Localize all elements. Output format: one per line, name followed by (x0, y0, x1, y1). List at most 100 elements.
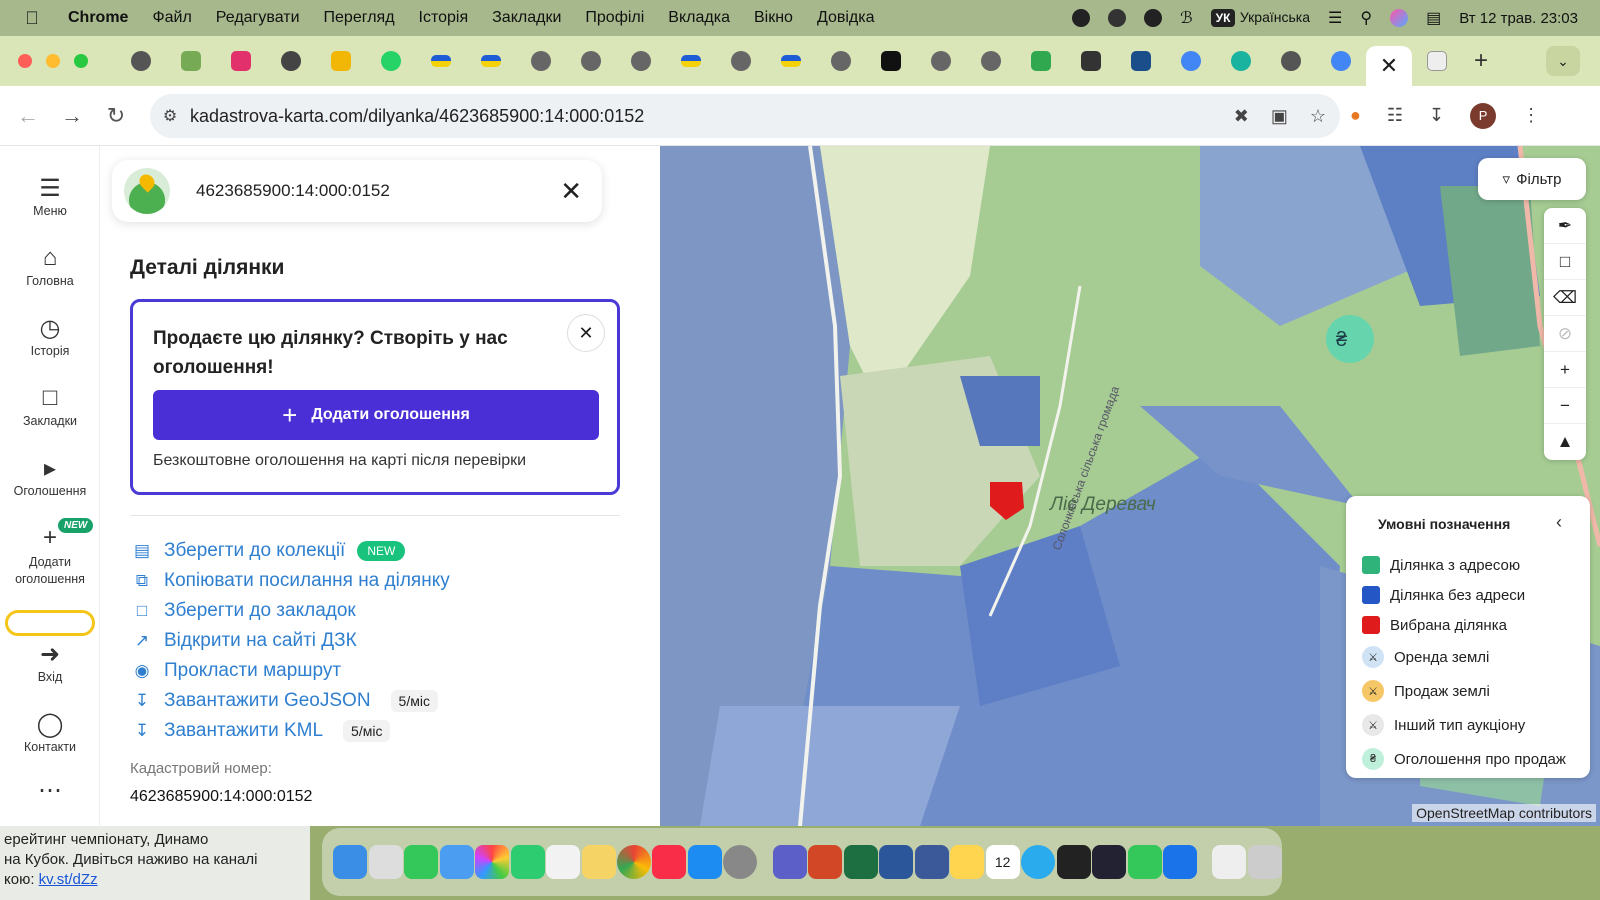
powerpoint-icon[interactable] (808, 845, 843, 879)
menubar-clock[interactable]: Вт 12 трав. 23:03 (1459, 10, 1578, 27)
action-copy-link[interactable]: ⧉ Копіювати посилання на ділянку (130, 568, 450, 594)
launchpad-icon[interactable] (368, 845, 403, 879)
promo-pill[interactable] (5, 610, 95, 636)
downloads-stack-icon[interactable] (1212, 845, 1247, 879)
filter-button[interactable]: ▿ Фільтр (1478, 158, 1586, 200)
location-blocked-icon[interactable]: ✖ (1234, 106, 1249, 127)
reload-button[interactable]: ↻ (94, 103, 138, 129)
input-language[interactable]: УК Українська (1210, 9, 1310, 27)
activity-monitor-icon[interactable] (1056, 845, 1091, 879)
add-ad-button[interactable]: + Додати оголошення (153, 390, 599, 440)
action-open-dzk[interactable]: ↗ Відкрити на сайті ДЗК (130, 628, 357, 654)
promo-close-button[interactable]: ✕ (567, 314, 605, 352)
address-url[interactable]: kadastrova-karta.com/dilyanka/4623685900… (190, 106, 644, 127)
tab-favicon[interactable] (466, 44, 516, 78)
wifi-icon[interactable]: ☰ (1328, 8, 1342, 28)
tab-favicon[interactable] (1166, 44, 1216, 78)
tab-favicon[interactable] (1016, 44, 1066, 78)
tab-favicon[interactable] (866, 44, 916, 78)
extensions-puzzle-icon[interactable]: ☷ (1387, 105, 1403, 126)
tab-favicon[interactable] (1116, 44, 1166, 78)
notification-snippet[interactable]: ерейтинг чемпіонату, Динамо на Кубок. Ди… (0, 826, 310, 900)
vpn-icon[interactable] (1072, 9, 1091, 27)
menu-view[interactable]: Перегляд (324, 9, 395, 27)
chrome-icon[interactable] (616, 845, 651, 879)
tab-favicon[interactable] (666, 44, 716, 78)
draw-line-icon[interactable]: ✒ (1544, 208, 1586, 244)
map-attribution[interactable]: OpenStreetMap contributors (1412, 804, 1596, 822)
app-store-icon[interactable] (687, 845, 722, 879)
disabled-tool-icon[interactable]: ⊘ (1544, 316, 1586, 352)
close-tab-icon[interactable]: ✕ (1380, 53, 1398, 79)
search-cadastral-number[interactable]: 4623685900:14:000:0152 (196, 181, 390, 201)
tab-favicon[interactable] (1316, 44, 1366, 78)
finder-icon[interactable] (333, 845, 368, 879)
extension-icon[interactable]: ● (1350, 105, 1361, 126)
mail-icon[interactable] (439, 845, 474, 879)
menu-app-name[interactable]: Chrome (68, 9, 128, 27)
tab-favicon[interactable] (966, 44, 1016, 78)
active-tab[interactable]: ✕ (1366, 46, 1412, 86)
telegram-icon[interactable] (1144, 9, 1163, 27)
menu-tab[interactable]: Вкладка (668, 9, 730, 27)
tab-favicon[interactable] (266, 44, 316, 78)
action-save-bookmark[interactable]: □ Зберегти до закладок (130, 598, 356, 624)
maximize-window-button[interactable] (74, 54, 88, 68)
notice-link[interactable]: kv.st/dZz (39, 871, 98, 888)
nav-add-ad[interactable]: + NEW Додати оголошення (0, 518, 100, 588)
apple-menu-icon[interactable]:  (14, 8, 50, 29)
action-route[interactable]: ◉ Прокласти маршрут (130, 658, 341, 684)
compass-icon[interactable]: ▲ (1544, 424, 1586, 460)
action-download-geojson[interactable]: ↧ Завантажити GeoJSON 5/міс (130, 688, 438, 714)
app-dock-icon[interactable] (1163, 845, 1198, 879)
tab-favicon[interactable] (816, 44, 866, 78)
vpn-dock-icon[interactable] (1092, 845, 1127, 879)
tab-favicon[interactable] (416, 44, 466, 78)
trash-icon[interactable]: ⌫ (1544, 280, 1586, 316)
tab-favicon[interactable] (366, 44, 416, 78)
site-info-icon[interactable]: ⚙ (150, 106, 190, 126)
nav-more[interactable]: ⋯ (0, 776, 100, 806)
nav-login[interactable]: ➜ Вхід (0, 640, 100, 684)
numbers-icon[interactable] (1127, 845, 1162, 879)
tab-favicon[interactable] (1266, 44, 1316, 78)
close-window-button[interactable] (18, 54, 32, 68)
system-settings-icon[interactable] (723, 845, 758, 879)
app-icon[interactable] (914, 845, 949, 879)
nav-contacts[interactable]: ◯ Контакти (0, 710, 100, 754)
tab-favicon[interactable] (316, 44, 366, 78)
menu-help[interactable]: Довідка (817, 9, 875, 27)
tab-favicon[interactable] (916, 44, 966, 78)
site-logo-icon[interactable] (124, 168, 170, 214)
telegram-dock-icon[interactable] (1021, 845, 1056, 879)
bookmark-star-icon[interactable]: ☆ (1310, 106, 1326, 127)
collapse-legend-icon[interactable]: ‹ (1556, 512, 1562, 533)
stickies-icon[interactable] (950, 845, 985, 879)
messages-icon[interactable] (404, 845, 439, 879)
nav-ads[interactable]: ▸ Оголошення (0, 454, 100, 498)
menu-profiles[interactable]: Профілі (585, 9, 644, 27)
cadastral-map[interactable]: ₴ Солонківська сільська громада Ліс Дере… (660, 146, 1600, 826)
action-download-kml[interactable]: ↧ Завантажити KML 5/міс (130, 718, 391, 744)
tab-favicon[interactable] (116, 44, 166, 78)
facetime-icon[interactable] (510, 845, 545, 879)
zoom-in-button[interactable]: + (1544, 352, 1586, 388)
menu-history[interactable]: Історія (419, 9, 469, 27)
tab-favicon[interactable] (516, 44, 566, 78)
word-icon[interactable] (879, 845, 914, 879)
nav-menu[interactable]: ☰ Меню (0, 174, 100, 218)
tab-favicon[interactable] (616, 44, 666, 78)
play-icon[interactable] (1108, 9, 1127, 27)
music-icon[interactable] (652, 845, 687, 879)
trash-dock-icon[interactable] (1247, 845, 1282, 879)
install-app-icon[interactable]: ▣ (1271, 106, 1288, 127)
tab-favicon[interactable] (566, 44, 616, 78)
tab-favicon[interactable] (216, 44, 266, 78)
zoom-out-button[interactable]: − (1544, 388, 1586, 424)
minimize-window-button[interactable] (46, 54, 60, 68)
nav-history[interactable]: ◷ Історія (0, 314, 100, 358)
control-center-icon[interactable]: ▤ (1426, 8, 1441, 28)
menu-edit[interactable]: Редагувати (216, 9, 300, 27)
tab-search-button[interactable]: ⌄ (1546, 46, 1580, 76)
excel-icon[interactable] (843, 845, 878, 879)
